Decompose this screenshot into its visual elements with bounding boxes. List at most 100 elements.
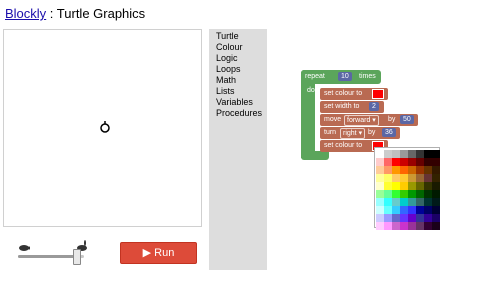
palette-swatch[interactable] bbox=[376, 206, 384, 214]
toolbox-category-logic[interactable]: Logic bbox=[216, 53, 267, 64]
palette-swatch[interactable] bbox=[376, 222, 384, 230]
palette-swatch[interactable] bbox=[392, 166, 400, 174]
palette-swatch[interactable] bbox=[400, 222, 408, 230]
palette-swatch[interactable] bbox=[392, 190, 400, 198]
palette-swatch[interactable] bbox=[408, 214, 416, 222]
palette-swatch[interactable] bbox=[376, 190, 384, 198]
toolbox-category-lists[interactable]: Lists bbox=[216, 86, 267, 97]
palette-swatch[interactable] bbox=[384, 182, 392, 190]
palette-swatch[interactable] bbox=[400, 158, 408, 166]
width-value-field[interactable]: 2 bbox=[369, 102, 379, 111]
palette-swatch[interactable] bbox=[400, 166, 408, 174]
palette-swatch[interactable] bbox=[432, 190, 440, 198]
palette-swatch[interactable] bbox=[400, 182, 408, 190]
palette-swatch[interactable] bbox=[400, 174, 408, 182]
toolbox-category-turtle[interactable]: Turtle bbox=[216, 31, 267, 42]
palette-swatch[interactable] bbox=[416, 190, 424, 198]
palette-swatch[interactable] bbox=[424, 190, 432, 198]
palette-swatch[interactable] bbox=[432, 150, 440, 158]
turn-direction-dropdown[interactable]: right ▾ bbox=[340, 128, 366, 139]
palette-swatch[interactable] bbox=[376, 214, 384, 222]
palette-swatch[interactable] bbox=[392, 150, 400, 158]
palette-swatch[interactable] bbox=[400, 214, 408, 222]
toolbox-category-loops[interactable]: Loops bbox=[216, 64, 267, 75]
palette-swatch[interactable] bbox=[392, 182, 400, 190]
palette-swatch[interactable] bbox=[424, 174, 432, 182]
palette-swatch[interactable] bbox=[432, 174, 440, 182]
palette-swatch[interactable] bbox=[384, 174, 392, 182]
palette-swatch[interactable] bbox=[416, 150, 424, 158]
speed-slider[interactable] bbox=[16, 240, 88, 265]
palette-swatch[interactable] bbox=[416, 158, 424, 166]
palette-swatch[interactable] bbox=[392, 158, 400, 166]
palette-swatch[interactable] bbox=[376, 198, 384, 206]
palette-swatch[interactable] bbox=[424, 214, 432, 222]
palette-swatch[interactable] bbox=[392, 206, 400, 214]
palette-swatch[interactable] bbox=[408, 190, 416, 198]
palette-swatch[interactable] bbox=[384, 206, 392, 214]
palette-swatch[interactable] bbox=[416, 174, 424, 182]
palette-swatch[interactable] bbox=[408, 206, 416, 214]
palette-swatch[interactable] bbox=[424, 182, 432, 190]
palette-swatch[interactable] bbox=[432, 222, 440, 230]
palette-swatch[interactable] bbox=[408, 150, 416, 158]
turn-block[interactable]: turn right ▾ by 36 bbox=[320, 127, 400, 139]
toolbox-category-procedures[interactable]: Procedures bbox=[216, 108, 267, 119]
set-width-block[interactable]: set width to 2 bbox=[320, 101, 384, 113]
palette-swatch[interactable] bbox=[392, 198, 400, 206]
palette-swatch[interactable] bbox=[432, 214, 440, 222]
set-colour-block[interactable]: set colour to bbox=[320, 88, 388, 100]
palette-swatch[interactable] bbox=[408, 182, 416, 190]
palette-swatch[interactable] bbox=[376, 182, 384, 190]
palette-swatch[interactable] bbox=[400, 206, 408, 214]
move-distance-field[interactable]: 50 bbox=[400, 115, 414, 124]
palette-swatch[interactable] bbox=[432, 158, 440, 166]
palette-swatch[interactable] bbox=[416, 206, 424, 214]
palette-swatch[interactable] bbox=[392, 222, 400, 230]
colour-palette[interactable] bbox=[374, 147, 440, 230]
blockly-home-link[interactable]: Blockly bbox=[5, 6, 46, 21]
palette-swatch[interactable] bbox=[384, 166, 392, 174]
repeat-count-value[interactable]: 10 bbox=[338, 72, 352, 81]
palette-swatch[interactable] bbox=[432, 166, 440, 174]
palette-swatch[interactable] bbox=[408, 158, 416, 166]
palette-swatch[interactable] bbox=[416, 214, 424, 222]
palette-swatch[interactable] bbox=[416, 198, 424, 206]
toolbox-category-math[interactable]: Math bbox=[216, 75, 267, 86]
palette-swatch[interactable] bbox=[376, 158, 384, 166]
palette-swatch[interactable] bbox=[384, 198, 392, 206]
palette-swatch[interactable] bbox=[392, 174, 400, 182]
colour-swatch[interactable] bbox=[372, 89, 384, 99]
palette-swatch[interactable] bbox=[408, 166, 416, 174]
toolbox-category-variables[interactable]: Variables bbox=[216, 97, 267, 108]
palette-swatch[interactable] bbox=[400, 198, 408, 206]
palette-swatch[interactable] bbox=[432, 182, 440, 190]
toolbox-category-colour[interactable]: Colour bbox=[216, 42, 267, 53]
palette-swatch[interactable] bbox=[416, 166, 424, 174]
palette-swatch[interactable] bbox=[400, 150, 408, 158]
palette-swatch[interactable] bbox=[376, 174, 384, 182]
palette-swatch[interactable] bbox=[416, 222, 424, 230]
palette-swatch[interactable] bbox=[408, 198, 416, 206]
palette-swatch[interactable] bbox=[408, 174, 416, 182]
palette-swatch[interactable] bbox=[424, 158, 432, 166]
palette-swatch[interactable] bbox=[400, 190, 408, 198]
move-direction-dropdown[interactable]: forward ▾ bbox=[344, 115, 379, 126]
palette-swatch[interactable] bbox=[376, 166, 384, 174]
turn-angle-field[interactable]: 36 bbox=[382, 128, 396, 137]
palette-swatch[interactable] bbox=[408, 222, 416, 230]
palette-swatch[interactable] bbox=[384, 214, 392, 222]
palette-swatch[interactable] bbox=[424, 198, 432, 206]
palette-swatch[interactable] bbox=[432, 198, 440, 206]
palette-swatch[interactable] bbox=[392, 214, 400, 222]
palette-swatch[interactable] bbox=[384, 150, 392, 158]
palette-swatch[interactable] bbox=[384, 222, 392, 230]
palette-swatch[interactable] bbox=[376, 150, 384, 158]
palette-swatch[interactable] bbox=[424, 150, 432, 158]
palette-swatch[interactable] bbox=[424, 222, 432, 230]
run-program-button[interactable]: ▶ Run Program bbox=[120, 242, 197, 279]
palette-swatch[interactable] bbox=[384, 158, 392, 166]
move-block[interactable]: move forward ▾ by 50 bbox=[320, 114, 418, 126]
palette-swatch[interactable] bbox=[424, 206, 432, 214]
palette-swatch[interactable] bbox=[384, 190, 392, 198]
